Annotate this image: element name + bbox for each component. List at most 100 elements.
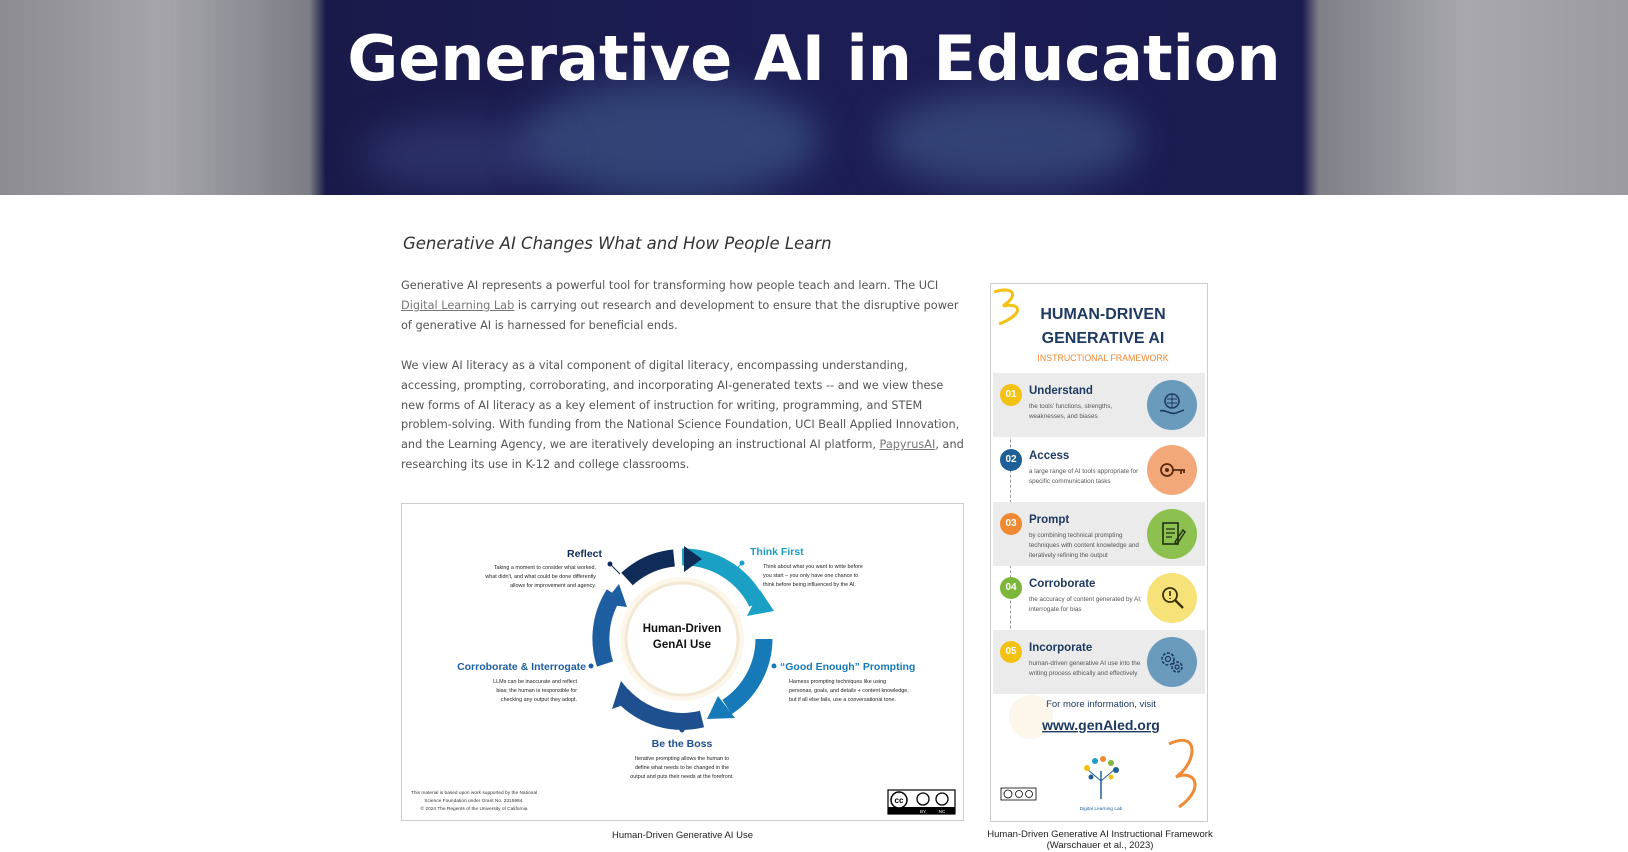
framework-step-prompt: 03 Prompt by combining technical prompting… bbox=[993, 502, 1205, 566]
logo-dot bbox=[1113, 767, 1119, 773]
stage-title-think-first: Think First bbox=[750, 546, 804, 558]
figure-caption-line: Human-Driven Generative AI Instructional… bbox=[987, 829, 1213, 840]
logo-dot bbox=[1108, 760, 1114, 766]
nc-icon bbox=[935, 792, 949, 806]
digital-learning-lab-link[interactable]: Digital Learning Lab bbox=[401, 299, 514, 312]
logo-branch bbox=[1086, 768, 1102, 782]
human-driven-genai-use-figure: Human-Driven GenAI Use Reflect Taking a … bbox=[401, 503, 964, 821]
connector-dot bbox=[588, 663, 594, 669]
papyrusai-link[interactable]: PapyrusAI bbox=[880, 438, 936, 451]
stage-desc: you start – you only have one chance to bbox=[763, 573, 858, 579]
framework-title: GENERATIVE AI bbox=[1042, 330, 1165, 347]
framework-header: HUMAN-DRIVEN GENERATIVE AI INSTRUCTIONAL… bbox=[993, 288, 1169, 363]
by-label: BY bbox=[920, 809, 926, 814]
intro-paragraph-1: Generative AI represents a powerful tool… bbox=[401, 276, 969, 335]
page-title: Generative AI in Education bbox=[347, 22, 1281, 95]
framework-step-access: 02 Access a large range of AI tools approp… bbox=[993, 438, 1205, 502]
footnote-text: Science Foundation under Grant No. 23159… bbox=[424, 798, 523, 804]
stage-desc: checking any output they adopt. bbox=[501, 697, 577, 703]
logo-branch bbox=[1100, 768, 1116, 782]
paragraph-text: Generative AI represents a powerful tool… bbox=[401, 279, 939, 292]
stage-desc: Harness prompting techniques like using bbox=[789, 679, 886, 685]
key-icon bbox=[1147, 445, 1197, 495]
cycle-diagram: Human-Driven GenAI Use Reflect Taking a … bbox=[411, 546, 956, 815]
footnote-text: © 2024 The Regents of the University of … bbox=[421, 805, 528, 812]
by-icon bbox=[916, 792, 930, 806]
stage-desc: allows for improvement and agency. bbox=[510, 583, 596, 589]
stage-desc: output and puts their needs at the foref… bbox=[630, 774, 733, 780]
logo-dot bbox=[1100, 756, 1106, 762]
stage-desc: but if all else fails, use a conversatio… bbox=[789, 697, 896, 703]
step-description: the accuracy of content generated by AI;… bbox=[1029, 596, 1142, 613]
stage-desc: personas, goals, and details + content k… bbox=[789, 688, 909, 694]
step-title: Incorporate bbox=[1029, 642, 1093, 654]
step-title: Prompt bbox=[1029, 514, 1070, 526]
notepad-pen-icon bbox=[1147, 509, 1197, 559]
step-title: Understand bbox=[1029, 385, 1093, 397]
stage-desc: what didn't, and what could be done diff… bbox=[484, 574, 596, 580]
stage-title-be-the-boss: Be the Boss bbox=[652, 738, 713, 750]
logo-dot bbox=[1092, 758, 1098, 764]
cycle-center-label: GenAI Use bbox=[653, 639, 711, 651]
cc-license-badge: cc BY NC bbox=[887, 789, 956, 815]
brain-hand-icon bbox=[1147, 380, 1197, 430]
cc-icon bbox=[1003, 789, 1013, 799]
stage-desc: define what needs to be changed in the bbox=[635, 765, 729, 771]
cc-icon-text: cc bbox=[895, 796, 904, 805]
step-number-badge: 04 bbox=[1000, 577, 1022, 599]
instructional-framework-figure: HUMAN-DRIVEN GENERATIVE AI INSTRUCTIONAL… bbox=[990, 283, 1208, 822]
figure-caption: Human-Driven Generative AI Use bbox=[612, 830, 753, 841]
more-info-text: For more information, visit bbox=[1046, 699, 1156, 710]
step-number-badge: 03 bbox=[1000, 513, 1022, 535]
step-title: Access bbox=[1029, 450, 1070, 462]
stage-title-corroborate: Corroborate & Interrogate bbox=[457, 661, 586, 673]
digital-learning-lab-logo bbox=[1084, 756, 1119, 799]
framework-title: HUMAN-DRIVEN bbox=[1040, 306, 1165, 323]
stage-title-reflect: Reflect bbox=[567, 548, 603, 560]
stage-desc: LLMs can be inaccurate and reflect bbox=[493, 679, 577, 685]
genaied-url-link[interactable]: www.genAIed.org bbox=[1041, 717, 1160, 733]
connector-dot bbox=[607, 561, 613, 567]
hero-background-glow bbox=[360, 120, 560, 190]
step-description: the tools' functions, strengths, weaknes… bbox=[1029, 403, 1113, 420]
figure-caption: Human-Driven Generative AI Instructional… bbox=[972, 829, 1228, 851]
framework-subtitle: INSTRUCTIONAL FRAMEWORK bbox=[1037, 353, 1168, 363]
framework-step-incorporate: 05 Incorporate human-driven generative AI … bbox=[993, 630, 1205, 694]
step-description: by combining technical prompting techniq… bbox=[1029, 532, 1139, 559]
connector-dot bbox=[739, 560, 745, 566]
intro-paragraph-2: We view AI literacy as a vital component… bbox=[401, 356, 969, 475]
framework-step-corroborate: 04 Corroborate the accuracy of content gen… bbox=[993, 566, 1205, 630]
step-description: a large range of AI tools appropriate fo… bbox=[1029, 468, 1139, 485]
decorative-squiggle-icon bbox=[1168, 738, 1197, 809]
stage-desc: think before being influenced by the AI. bbox=[763, 582, 856, 588]
connector-dot bbox=[771, 663, 777, 669]
cycle-arc-reflect bbox=[621, 549, 676, 586]
section-subtitle: Generative AI Changes What and How Peopl… bbox=[403, 234, 832, 253]
step-description: human-driven generative AI use into the … bbox=[1029, 660, 1141, 677]
hero-background-glow bbox=[520, 80, 820, 195]
hero-background-glow bbox=[880, 90, 1140, 190]
decorative-squiggle-icon bbox=[993, 288, 1019, 326]
step-title: Corroborate bbox=[1029, 578, 1096, 590]
footnote-text: This material is based upon work support… bbox=[411, 790, 537, 796]
nc-icon bbox=[1025, 790, 1033, 798]
step-number-badge: 05 bbox=[1000, 641, 1022, 663]
gears-icon bbox=[1147, 637, 1197, 687]
stage-desc: bias; the human is responsible for bbox=[496, 688, 577, 694]
magnifier-icon bbox=[1147, 573, 1197, 623]
by-icon bbox=[1015, 790, 1023, 798]
stage-desc: Iterative prompting allows the human to bbox=[635, 756, 729, 762]
logo-dot bbox=[1084, 765, 1090, 771]
connector-dot bbox=[679, 727, 685, 733]
stage-title-prompting: “Good Enough” Prompting bbox=[780, 661, 915, 673]
paragraph-text: We view AI literacy as a vital component… bbox=[401, 359, 960, 452]
nc-label: NC bbox=[939, 809, 946, 814]
lab-label: Digital Learning Lab bbox=[1080, 806, 1123, 812]
logo-dot bbox=[1088, 774, 1094, 780]
framework-footer: For more information, visit www.genAIed.… bbox=[1000, 695, 1197, 812]
step-number-badge: 01 bbox=[1000, 384, 1022, 406]
stage-desc: Think about what you want to write befor… bbox=[763, 564, 863, 570]
figure-caption-line: (Warschauer et al., 2023) bbox=[1046, 840, 1154, 851]
cc-license-badge bbox=[1000, 787, 1037, 801]
step-number-badge: 02 bbox=[1000, 449, 1022, 471]
